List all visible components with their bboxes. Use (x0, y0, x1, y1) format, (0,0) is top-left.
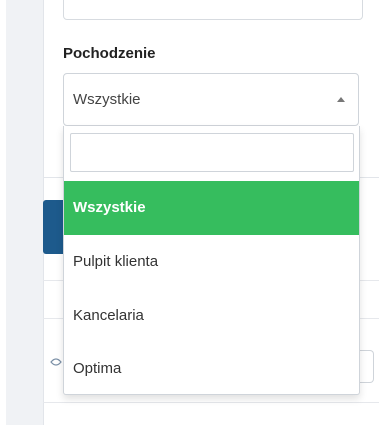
option-kancelaria[interactable]: Kancelaria (64, 289, 359, 343)
origin-select[interactable]: Wszystkie (63, 73, 359, 126)
previous-field-input[interactable] (63, 0, 363, 20)
option-wszystkie[interactable]: Wszystkie (64, 181, 359, 235)
option-pulpit-klienta[interactable]: Pulpit klienta (64, 235, 359, 289)
left-edge-strip (0, 0, 6, 425)
caret-up-icon (337, 97, 345, 102)
eye-icon[interactable] (50, 356, 62, 371)
background-primary-button[interactable] (43, 200, 65, 254)
dropdown-search-input[interactable] (70, 133, 354, 172)
origin-dropdown-menu: Wszystkie Pulpit klienta Kancelaria Opti… (63, 126, 360, 395)
origin-select-value: Wszystkie (73, 91, 141, 108)
origin-field-label: Pochodzenie (63, 45, 156, 62)
option-optima[interactable]: Optima (64, 342, 359, 396)
background-divider (43, 402, 379, 403)
